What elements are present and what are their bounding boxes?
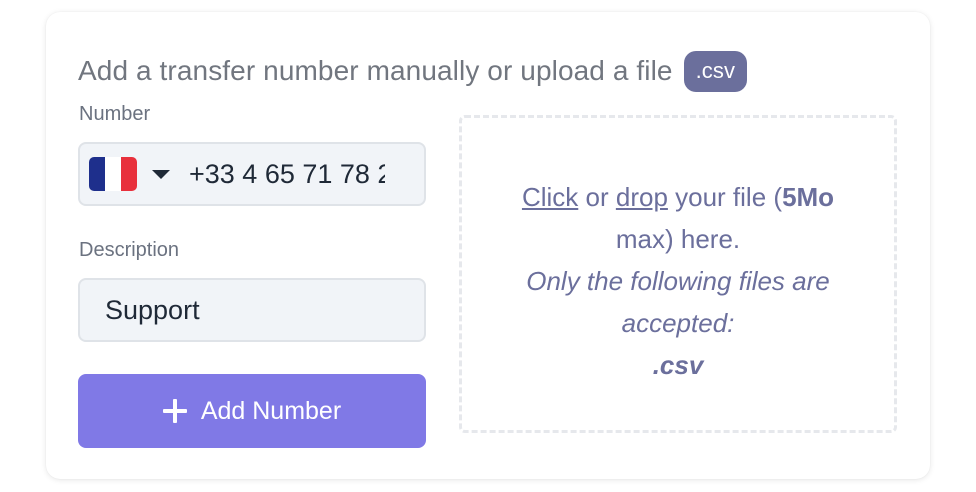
max-here-text: max) here. [615,224,741,254]
description-label: Description [79,239,180,261]
or-text: or [578,182,616,212]
add-number-button[interactable]: Add Number [78,374,426,448]
accepted-files-line1: Only the following files are [526,266,830,296]
accepted-extension: .csv [652,350,704,380]
phone-number-field[interactable] [78,142,426,206]
phone-number-input[interactable] [189,158,385,190]
france-flag-icon[interactable] [89,157,137,191]
file-dropzone[interactable]: Click or drop your file (5Mo max) here. … [459,115,897,433]
number-label: Number [79,103,151,125]
plus-icon [162,399,187,423]
description-input[interactable]: Support [78,278,426,342]
heading-text: Add a transfer number manually or upload… [78,55,673,86]
card-heading: Add a transfer number manually or upload… [78,48,748,94]
drop-link[interactable]: drop [616,182,668,212]
click-link[interactable]: Click [522,182,578,212]
file-type-badge: .csv [683,50,748,92]
accepted-files-line2: accepted: [621,308,735,338]
chevron-down-icon[interactable] [152,169,170,179]
max-size-text: 5Mo [782,182,835,212]
add-number-label: Add Number [200,396,342,425]
your-file-text: your file ( [667,182,783,212]
dropzone-instruction: Click or drop your file (5Mo [522,176,834,218]
